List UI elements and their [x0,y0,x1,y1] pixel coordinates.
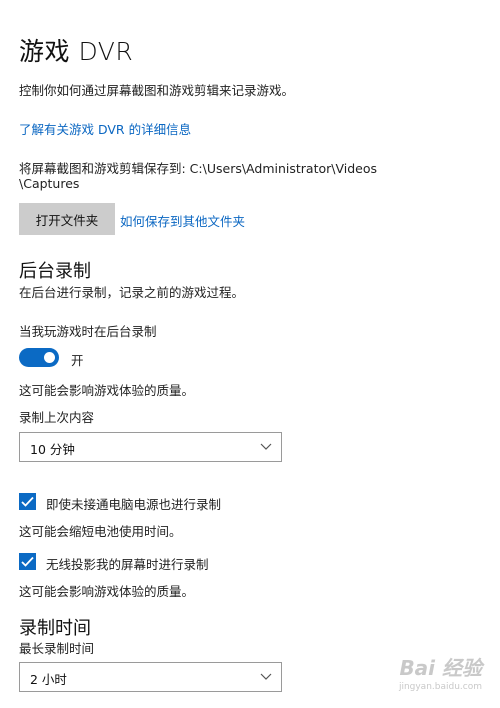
record-last-label: 录制上次内容 [19,410,95,425]
background-record-toggle[interactable] [19,348,59,367]
learn-more-link[interactable]: 了解有关游戏 DVR 的详细信息 [19,119,191,138]
battery-note: 这可能会缩短电池使用时间。 [19,524,182,539]
baidu-watermark-url: jingyan.baidu.com [398,682,482,692]
background-recording-heading: 后台录制 [19,261,91,282]
wireless-record-checkbox[interactable] [19,553,36,570]
save-path-text-continued: \Captures [19,176,80,191]
checkmark-icon [21,496,34,507]
wireless-record-label: 无线投影我的屏幕时进行录制 [46,557,209,572]
background-record-toggle-label: 当我玩游戏时在后台录制 [19,324,157,339]
quality-note: 这可能会影响游戏体验的质量。 [19,383,195,398]
toggle-state-text: 开 [71,353,84,368]
wireless-note: 这可能会影响游戏体验的质量。 [19,584,195,599]
save-other-folder-link[interactable]: 如何保存到其他文件夹 [120,211,245,230]
battery-record-checkbox[interactable] [19,493,36,510]
max-recording-label: 最长录制时间 [19,641,95,656]
page-title: 游戏 DVR [19,37,134,66]
save-path-text: 将屏幕截图和游戏剪辑保存到: C:\Users\Administrator\Vi… [19,161,378,176]
page-description: 控制你如何通过屏幕截图和游戏剪辑来记录游戏。 [19,83,295,98]
chevron-down-icon [260,673,272,680]
chevron-down-icon [260,443,272,450]
checkmark-icon [21,556,34,567]
recording-time-heading: 录制时间 [19,618,91,639]
record-last-value: 10 分钟 [30,442,75,457]
toggle-knob [44,352,55,363]
max-recording-dropdown[interactable]: 2 小时 [19,662,282,692]
baidu-watermark: Bai 经验 [399,656,482,680]
background-recording-description: 在后台进行录制，记录之前的游戏过程。 [19,285,245,300]
record-last-dropdown[interactable]: 10 分钟 [19,432,282,462]
max-recording-value: 2 小时 [30,672,67,687]
battery-record-label: 即使未接通电脑电源也进行录制 [46,497,222,512]
open-folder-button[interactable]: 打开文件夹 [19,203,115,235]
